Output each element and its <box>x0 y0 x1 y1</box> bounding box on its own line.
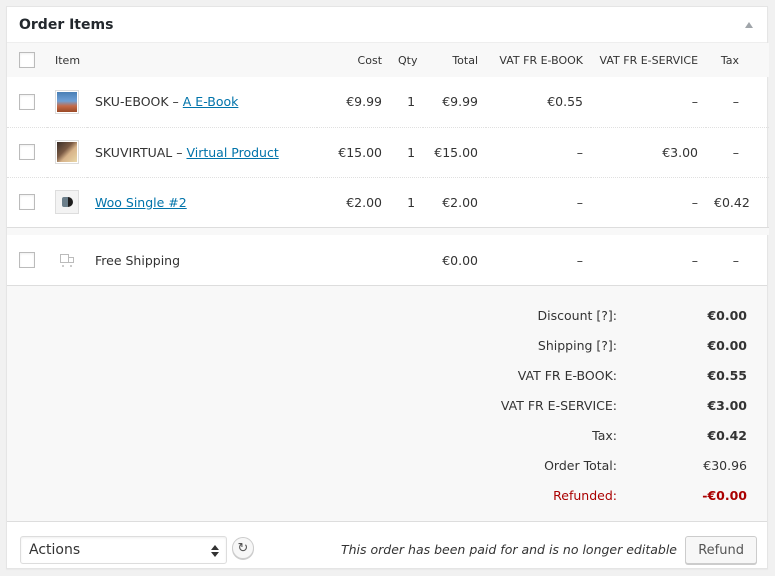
header-tax: Tax <box>720 53 740 67</box>
shipping-tax: – <box>732 252 740 268</box>
item-qty: 1 <box>390 176 424 227</box>
totals-label: Discount [?]: <box>537 307 617 323</box>
totals-value: -€0.00 <box>702 487 747 503</box>
reload-icon[interactable]: ↻ <box>232 537 254 559</box>
actions-bar: Actions ↻ This order has been paid for a… <box>7 521 767 576</box>
totals-label: VAT FR E-BOOK: <box>517 367 617 383</box>
order-totals-table: Discount [?]: €0.00 Shipping [?]: €0.00 … <box>387 300 747 510</box>
item-tax: – <box>706 126 770 177</box>
totals-row-discount: Discount [?]: €0.00 <box>387 300 747 330</box>
totals-row-vat-ebook: VAT FR E-BOOK: €0.55 <box>387 360 747 390</box>
totals-label: Shipping [?]: <box>537 337 617 353</box>
item-total: €9.99 <box>442 94 479 110</box>
select-arrows-icon <box>211 545 219 557</box>
header-cost: Cost <box>357 53 383 67</box>
actions-select-value: Actions <box>29 542 81 558</box>
totals-value: €0.00 <box>707 307 747 323</box>
order-items-table: Item Cost Qty Total VAT FR E-BOOK VAT FR… <box>7 43 770 285</box>
totals-row-shipping: Shipping [?]: €0.00 <box>387 330 747 360</box>
totals-label: Tax: <box>592 427 617 443</box>
product-link[interactable]: A E-Book <box>183 94 239 109</box>
header-item: Item <box>55 53 81 67</box>
panel-header: Order Items <box>7 7 767 43</box>
section-divider <box>7 226 770 235</box>
panel-title: Order Items <box>19 17 114 33</box>
shipping-truck-icon <box>59 252 75 268</box>
header-vat-ebook: VAT FR E-BOOK <box>499 53 584 67</box>
refund-button[interactable]: Refund <box>685 536 757 564</box>
totals-label: Order Total: <box>544 457 617 473</box>
item-cost: €15.00 <box>317 126 391 177</box>
table-row[interactable]: Woo Single #2 €2.00 1 €2.00 – – €0.42 <box>7 176 770 227</box>
row-checkbox[interactable] <box>19 144 35 161</box>
product-link[interactable]: Woo Single #2 <box>95 195 187 210</box>
item-cost: €9.99 <box>346 94 383 110</box>
actions-select[interactable]: Actions <box>20 536 227 564</box>
totals-row-refunded: Refunded: -€0.00 <box>387 480 747 510</box>
item-vat-eservice: – <box>691 94 699 110</box>
item-cost: €2.00 <box>317 176 391 227</box>
paid-notice: This order has been paid for and is no l… <box>341 542 677 557</box>
product-link[interactable]: Virtual Product <box>186 145 278 160</box>
item-sku: SKU-EBOOK – <box>95 94 183 110</box>
totals-value: €30.96 <box>703 457 747 473</box>
shipping-total: €0.00 <box>442 252 479 268</box>
totals-label: Refunded: <box>553 487 617 503</box>
totals-value: €0.55 <box>707 367 747 383</box>
item-qty: 1 <box>390 126 424 177</box>
shipping-vat-eservice: – <box>691 252 699 268</box>
totals-row-vat-eservice: VAT FR E-SERVICE: €3.00 <box>387 390 747 420</box>
totals-value: €0.42 <box>707 427 747 443</box>
order-totals-section: Discount [?]: €0.00 Shipping [?]: €0.00 … <box>7 285 767 521</box>
item-vat-ebook: – <box>486 176 592 227</box>
totals-row-tax: Tax: €0.42 <box>387 420 747 450</box>
table-row[interactable]: SKUVIRTUAL – Virtual Product €15.00 1 €1… <box>7 126 770 177</box>
totals-value: €3.00 <box>707 397 747 413</box>
row-checkbox[interactable] <box>19 252 35 269</box>
item-total: €15.00 <box>423 126 487 177</box>
header-qty: Qty <box>398 53 418 67</box>
header-vat-eservice: VAT FR E-SERVICE <box>599 53 699 67</box>
item-total: €2.00 <box>423 176 487 227</box>
order-items-panel: Order Items Item Cost Qty Total VAT FR E… <box>6 6 770 569</box>
collapse-toggle-icon[interactable] <box>745 22 753 28</box>
shipping-vat-ebook: – <box>576 252 584 268</box>
totals-row-order-total: Order Total: €30.96 <box>387 450 747 480</box>
item-tax: – <box>732 94 740 110</box>
item-sku: SKUVIRTUAL – <box>95 144 187 160</box>
item-vat-eservice: €3.00 <box>591 126 707 177</box>
totals-value: €0.00 <box>707 337 747 353</box>
row-checkbox[interactable] <box>19 194 35 211</box>
shipping-row[interactable]: Free Shipping €0.00 – – – <box>7 235 769 285</box>
item-tax: €0.42 <box>706 176 770 227</box>
table-header-row: Item Cost Qty Total VAT FR E-BOOK VAT FR… <box>7 43 770 77</box>
shipping-method-name: Free Shipping <box>95 252 181 268</box>
header-total: Total <box>452 53 479 67</box>
product-thumbnail <box>55 89 79 114</box>
item-vat-ebook: €0.55 <box>547 94 584 110</box>
product-thumbnail <box>55 140 79 164</box>
product-thumbnail <box>55 190 79 214</box>
totals-label: VAT FR E-SERVICE: <box>500 397 617 413</box>
item-vat-eservice: – <box>591 176 707 227</box>
table-row[interactable]: SKU-EBOOK – A E-Book €9.99 1 €9.99 €0.55… <box>7 77 769 127</box>
item-vat-ebook: – <box>486 126 592 177</box>
select-all-checkbox[interactable] <box>19 52 35 68</box>
row-checkbox[interactable] <box>19 94 35 110</box>
item-qty: 1 <box>407 94 416 110</box>
